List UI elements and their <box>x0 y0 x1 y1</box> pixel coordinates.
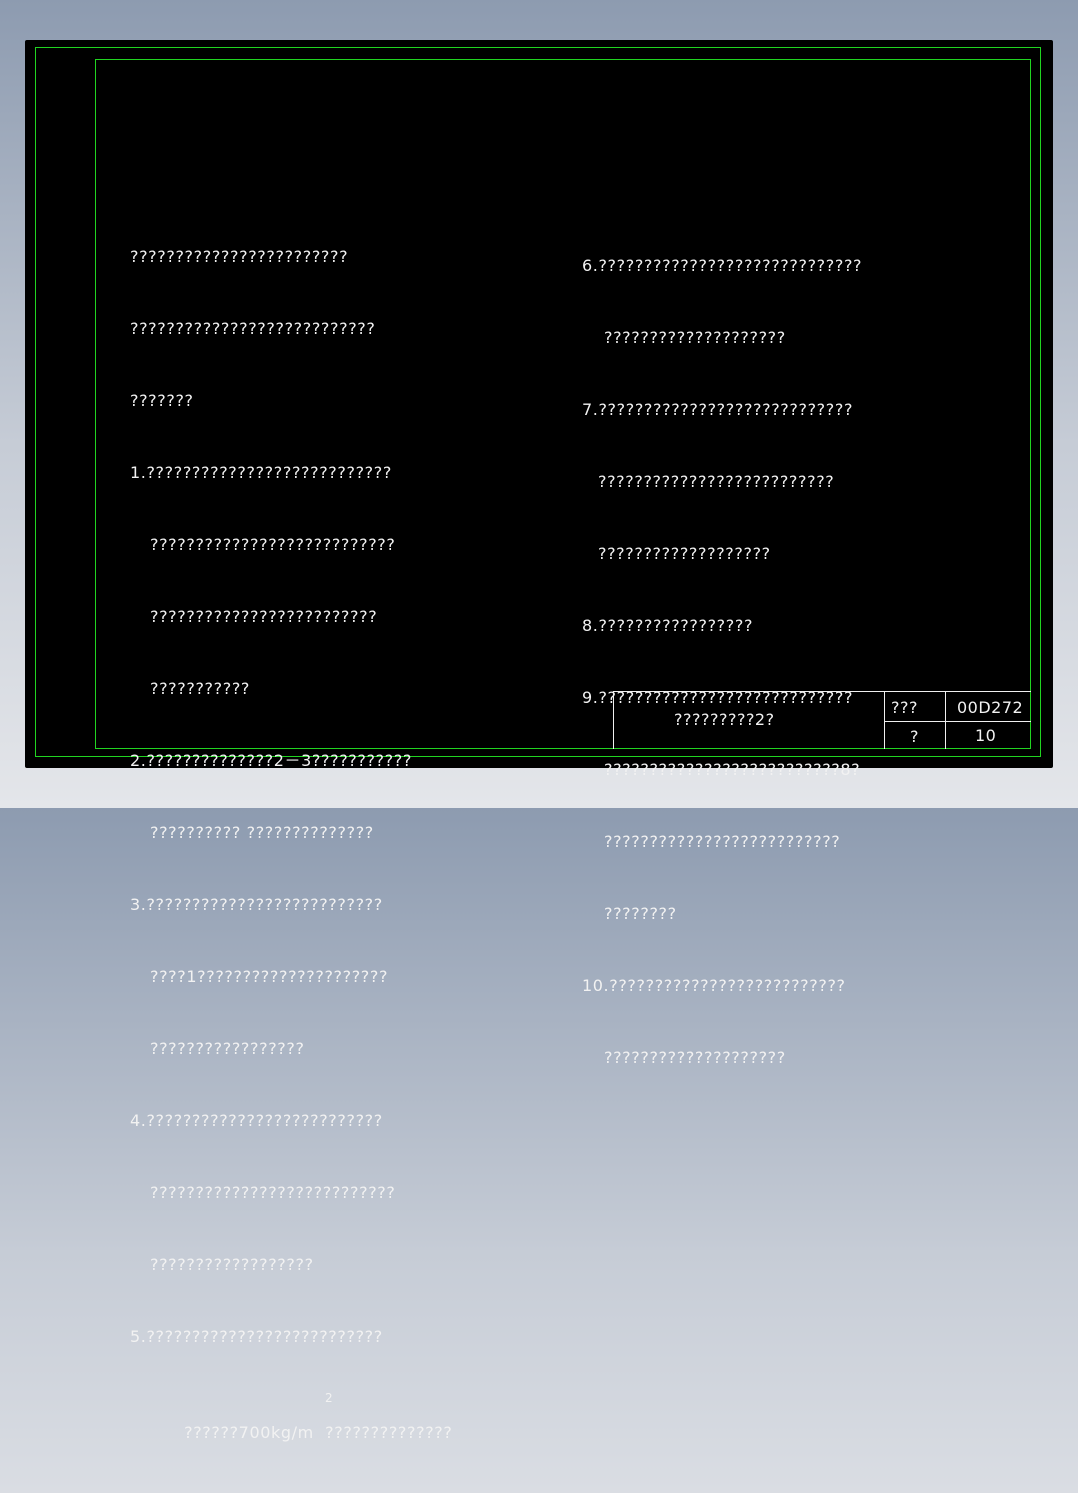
note-line: 10.?????????????????????????? <box>582 976 846 995</box>
note-line: ???????????????????? <box>604 1048 786 1067</box>
note-line: ?????????????????? <box>150 1255 314 1274</box>
note-line: ??????????????????????????? <box>150 535 396 554</box>
page-label: ? <box>910 727 919 746</box>
note-line: ????1????????????????????? <box>150 967 389 986</box>
note-line: ??????????????????? <box>598 544 771 563</box>
note-line: 2.??????????????2－3??????????? <box>130 751 412 770</box>
notes-left-column: ???????????????????????? ???????????????… <box>130 197 452 1469</box>
note-line: ?????????? ?????????????? <box>150 823 374 842</box>
note-line: ??????? <box>130 391 194 410</box>
drawing-sheet: ???????????????????????? ???????????????… <box>25 40 1053 1442</box>
note-line: 7.???????????????????????????? <box>582 400 854 419</box>
atlas-number-value: 00D272 <box>957 698 1024 717</box>
note-line: 3.?????????????????????????? <box>130 895 383 914</box>
note-line: ?????????????????????????? <box>598 472 835 491</box>
note-line: ???????????????????? <box>604 328 786 347</box>
notes-right-column: 6.????????????????????????????? ????????… <box>582 206 862 1118</box>
note-line: ??????????????????????????? <box>150 1183 396 1202</box>
note-line: 1.??????????????????????????? <box>130 463 392 482</box>
drawing-title: ?????????2? <box>674 710 775 729</box>
note-line: ???????????????????????? <box>130 247 349 266</box>
note-line: ???????? <box>604 904 677 923</box>
page-number: 10 <box>975 726 997 745</box>
note-line: ??????700kg/m ?????????????? 2 <box>130 1391 452 1442</box>
title-block: ?????????2? ??? 00D272 ? 10 <box>613 691 1031 749</box>
note-line: 8.????????????????? <box>582 616 754 635</box>
note-line: ??????????? <box>150 679 251 698</box>
title-block-divider <box>884 721 1031 722</box>
unit-superscript: 2 <box>325 1391 334 1405</box>
note-line: 6.????????????????????????????? <box>582 256 863 275</box>
note-line: 5.?????????????????????????? <box>130 1327 383 1346</box>
note-line: ????????????????? <box>150 1039 305 1058</box>
atlas-number-label: ??? <box>891 698 918 717</box>
note-line: ?????????????????????????? <box>604 832 841 851</box>
note-line: ????????????????????????? <box>150 607 378 626</box>
note-line: ??????????????????????????8? <box>604 760 861 779</box>
note-line: 4.?????????????????????????? <box>130 1111 383 1130</box>
note-line: ??????????????????????????? <box>130 319 376 338</box>
note-line-text: ??????700kg/m ?????????????? <box>184 1423 453 1442</box>
